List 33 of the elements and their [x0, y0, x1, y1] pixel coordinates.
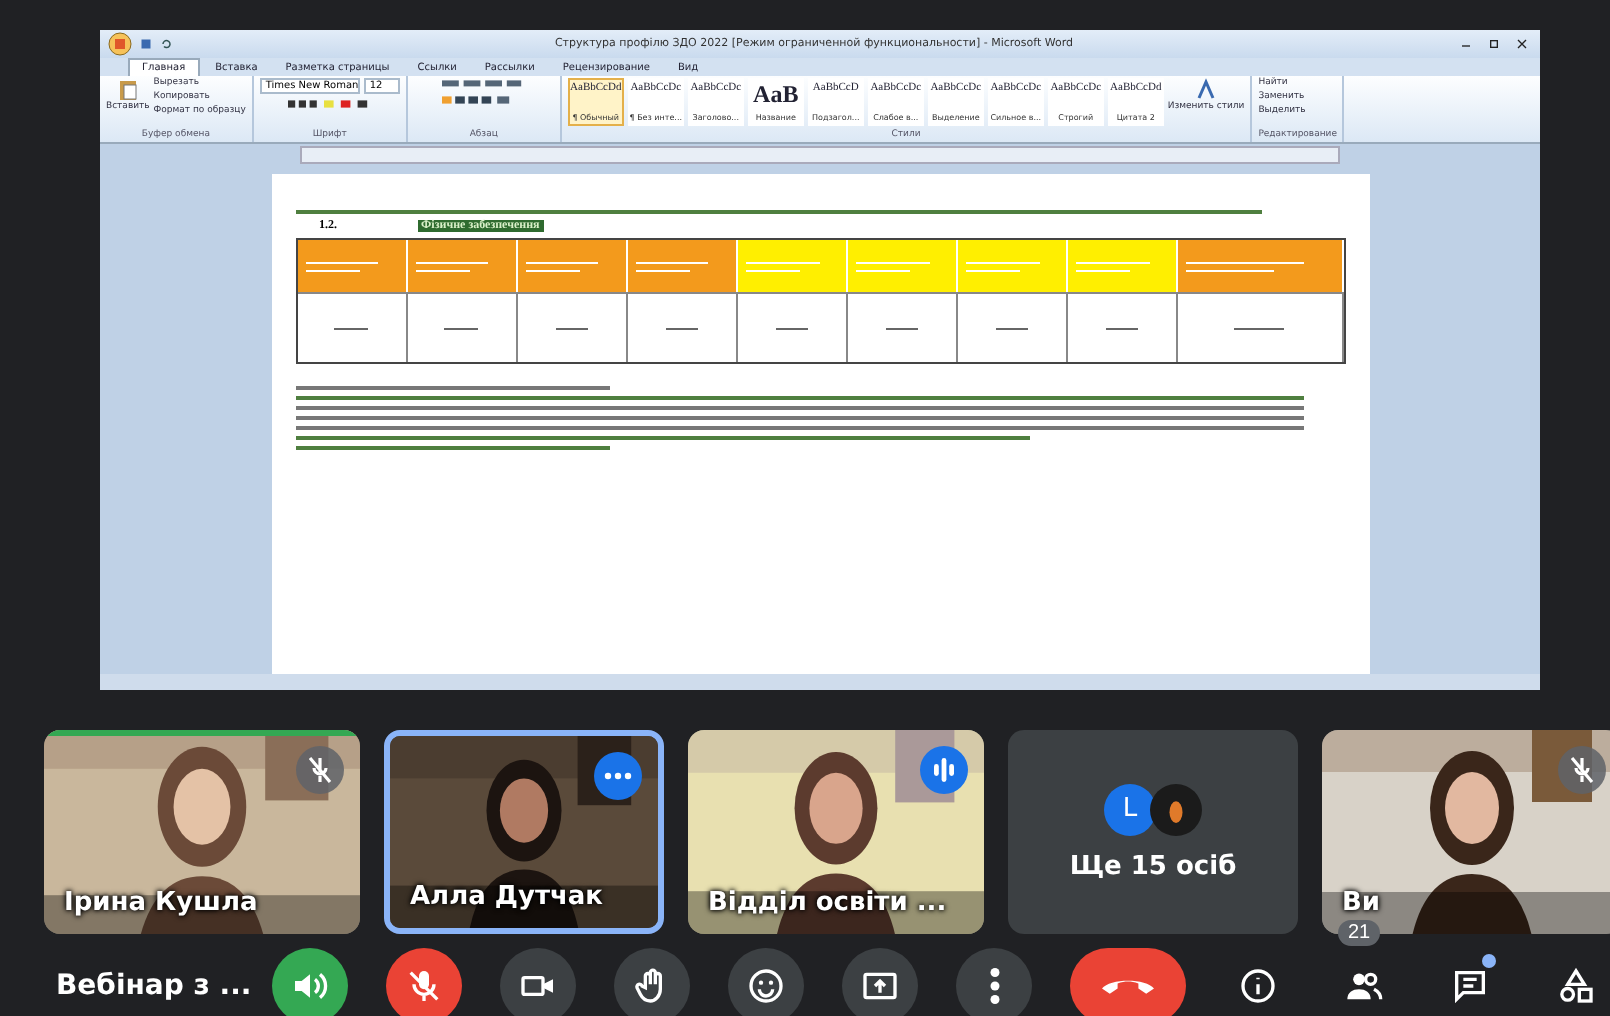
info-icon	[1238, 966, 1278, 1006]
avatar: L	[1104, 783, 1156, 835]
participant-tile[interactable]: Ірина Кушла	[44, 730, 360, 934]
participant-count-badge: 21	[1338, 920, 1381, 946]
save-icon[interactable]	[140, 38, 152, 50]
control-button[interactable]	[728, 948, 804, 1016]
avatar-icon	[1150, 783, 1202, 835]
more-options-icon	[989, 968, 999, 1004]
shapes-icon	[1556, 966, 1596, 1006]
participant-name: Ви	[1342, 888, 1381, 918]
more-participants-label: Ще 15 осіб	[1069, 851, 1237, 881]
more-options-icon[interactable]	[594, 752, 642, 800]
control-button[interactable]	[386, 948, 462, 1016]
more-participants-tile[interactable]: L Ще 15 осіб	[1008, 730, 1298, 934]
control-button[interactable]	[1070, 948, 1186, 1016]
meeting-title: Вебінар з ...	[54, 970, 254, 1002]
chat-icon	[1450, 966, 1490, 1006]
control-button[interactable]	[842, 948, 918, 1016]
emoji-icon	[746, 966, 786, 1006]
participant-name: Алла Дутчак	[410, 882, 604, 912]
clipboard-icon	[115, 78, 140, 102]
control-button[interactable]	[272, 948, 348, 1016]
mic-off-icon	[404, 966, 444, 1006]
undo-icon[interactable]	[160, 38, 172, 50]
control-button[interactable]	[956, 948, 1032, 1016]
control-button[interactable]	[614, 948, 690, 1016]
hang-up-icon	[1102, 978, 1154, 994]
control-button[interactable]	[500, 948, 576, 1016]
close-icon[interactable]	[1512, 36, 1532, 52]
participant-tile[interactable]: Алла Дутчак	[384, 730, 664, 934]
participant-name: Ірина Кушла	[64, 888, 258, 918]
office-logo-icon[interactable]	[108, 32, 132, 56]
maximize-icon[interactable]	[1484, 36, 1504, 52]
